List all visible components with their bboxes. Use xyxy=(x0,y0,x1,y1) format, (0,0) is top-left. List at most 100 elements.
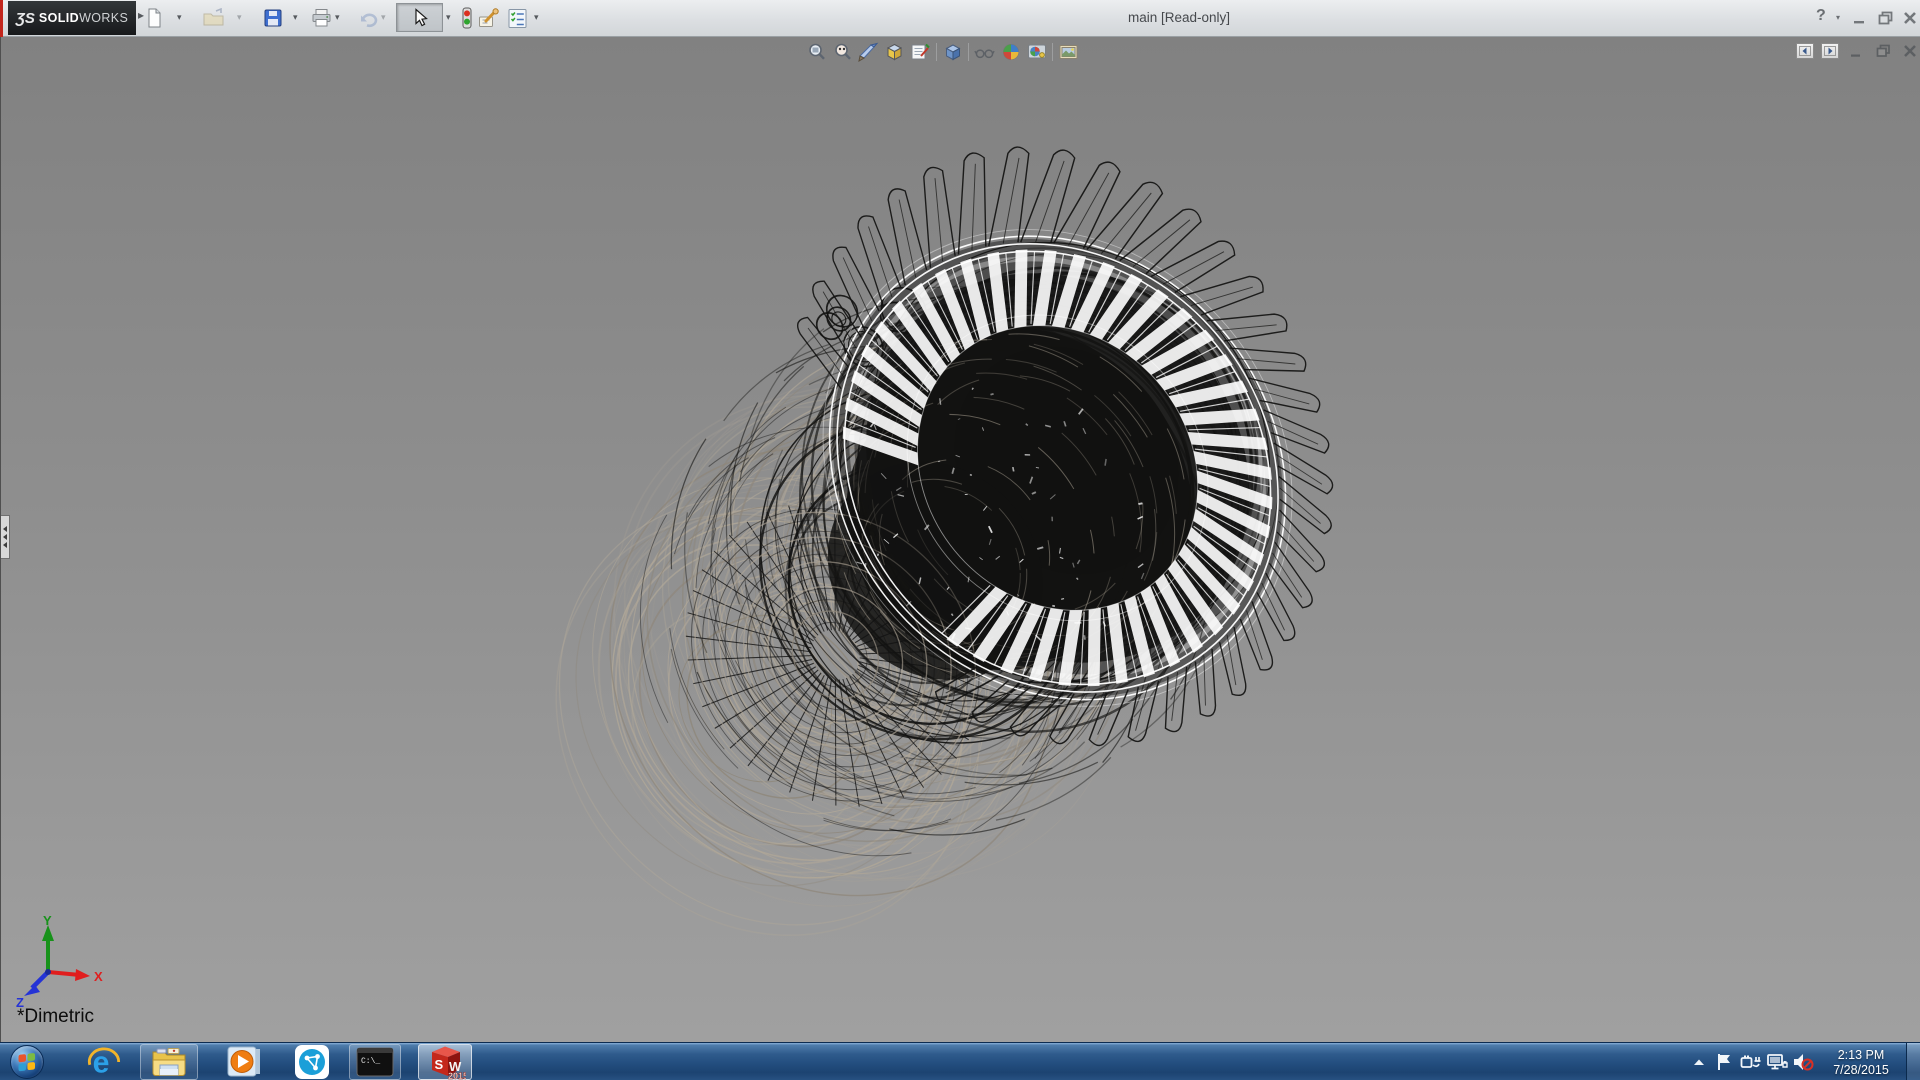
app-close-button[interactable] xyxy=(1899,8,1920,28)
speaker-muted-icon xyxy=(1792,1052,1814,1072)
taskbar-clock[interactable]: 2:13 PM 7/28/2015 xyxy=(1816,1046,1906,1078)
open-folder-icon xyxy=(203,8,224,28)
taskbar-solidworks[interactable]: S W 2015 xyxy=(418,1044,472,1080)
screen: ƷS SOLIDWORKS ▸ ▾ ▾ ▾ ▾ ▾ ▾ xyxy=(0,0,1920,1080)
edit-appearance-button[interactable] xyxy=(1000,42,1021,63)
doc-minimize-icon xyxy=(1850,45,1863,58)
traffic-light-icon xyxy=(460,7,474,29)
flag-icon xyxy=(1715,1052,1735,1072)
battery-plug-icon xyxy=(1740,1053,1762,1071)
hide-show-items-button[interactable] xyxy=(974,42,995,63)
new-document-button[interactable] xyxy=(142,6,166,30)
save-caret[interactable]: ▾ xyxy=(293,12,298,23)
graphics-viewport[interactable]: Y X Z *Dimetric xyxy=(0,37,1920,1042)
design-checker-caret[interactable]: ▾ xyxy=(534,12,539,23)
show-hidden-icons-button[interactable] xyxy=(1686,1043,1712,1080)
new-document-icon xyxy=(144,8,164,28)
new-document-caret[interactable]: ▾ xyxy=(177,12,182,23)
restore-icon xyxy=(1878,11,1894,26)
design-checker-button[interactable] xyxy=(505,6,529,30)
folder-icon xyxy=(151,1047,187,1077)
headsup-view-toolbar xyxy=(806,40,1079,64)
volume-muted-button[interactable] xyxy=(1790,1043,1816,1080)
zoom-to-fit-icon xyxy=(807,42,827,62)
headsup-separator xyxy=(936,43,937,61)
appearance-ball-icon xyxy=(1001,42,1021,62)
taskbar: e xyxy=(0,1042,1920,1080)
print-caret[interactable]: ▾ xyxy=(335,12,340,23)
zoom-to-fit-button[interactable] xyxy=(806,42,827,63)
print-button[interactable] xyxy=(309,6,333,30)
feature-pane-splitter-tab[interactable] xyxy=(1,515,10,559)
view-orientation-label: *Dimetric xyxy=(17,1006,94,1028)
collapse-arrow-icon xyxy=(3,542,7,548)
network-status-button[interactable] xyxy=(1764,1043,1790,1080)
internet-explorer-icon: e xyxy=(87,1045,121,1079)
open-document-button[interactable] xyxy=(201,6,225,30)
reference-triad: Y X Z xyxy=(8,915,118,1011)
zoom-to-area-button[interactable] xyxy=(832,42,853,63)
collapse-arrow-icon xyxy=(3,534,7,540)
taskbar-windows-explorer[interactable] xyxy=(140,1044,198,1080)
select-tool-caret[interactable]: ▾ xyxy=(446,12,451,23)
headsup-separator xyxy=(1052,43,1053,61)
taskbar-share-app[interactable] xyxy=(289,1044,335,1080)
taskbar-command-prompt[interactable]: C:\_ xyxy=(349,1044,401,1080)
minimize-icon xyxy=(1853,11,1867,25)
window-title: main [Read-only] xyxy=(1128,10,1230,25)
save-button[interactable] xyxy=(261,6,285,30)
system-tray: 2:13 PM 7/28/2015 xyxy=(1686,1043,1920,1080)
printer-icon xyxy=(311,8,332,28)
undo-caret[interactable]: ▾ xyxy=(381,12,386,23)
power-status-button[interactable] xyxy=(1738,1043,1764,1080)
screen-edge-marker xyxy=(0,0,3,37)
undo-button[interactable] xyxy=(356,6,380,30)
sw-letter-s: S xyxy=(435,1057,444,1072)
doc-close-button[interactable] xyxy=(1900,42,1920,60)
view-orientation-button[interactable] xyxy=(884,42,905,63)
y-axis-label: Y xyxy=(43,915,52,928)
sketch-view-button[interactable] xyxy=(910,42,931,63)
view-cube-icon xyxy=(884,42,905,62)
eyeglasses-icon xyxy=(974,42,995,62)
app-restore-button[interactable] xyxy=(1875,8,1897,28)
pane-left-arrow-icon xyxy=(1799,46,1811,56)
solidworks-logo[interactable]: ƷS SOLIDWORKS xyxy=(8,1,136,35)
collapse-right-pane-button[interactable] xyxy=(1821,43,1839,59)
select-cursor-icon xyxy=(411,8,429,28)
collapse-left-pane-button[interactable] xyxy=(1796,43,1814,59)
solidworks-3ds-mark: ƷS xyxy=(16,10,35,27)
doc-minimize-button[interactable] xyxy=(1846,42,1866,60)
up-caret-icon xyxy=(1692,1057,1706,1067)
doc-close-icon xyxy=(1903,44,1917,58)
engine-wireframe-model[interactable] xyxy=(0,37,1920,1042)
open-document-caret[interactable]: ▾ xyxy=(237,12,242,23)
view-settings-button[interactable] xyxy=(1058,42,1079,63)
stamp-note-button[interactable] xyxy=(477,6,501,30)
display-style-button[interactable] xyxy=(942,42,963,63)
titlebar: ƷS SOLIDWORKS ▸ ▾ ▾ ▾ ▾ ▾ ▾ xyxy=(0,0,1920,37)
taskbar-media-player[interactable] xyxy=(221,1044,267,1080)
lights-button[interactable] xyxy=(455,6,479,30)
show-desktop-button[interactable] xyxy=(1906,1043,1920,1080)
network-monitor-icon xyxy=(1766,1053,1788,1071)
zoom-to-area-icon xyxy=(833,42,853,62)
app-minimize-button[interactable] xyxy=(1849,8,1871,28)
windows-flag-icon xyxy=(16,1051,38,1073)
section-knife-icon xyxy=(858,42,879,62)
taskbar-internet-explorer[interactable]: e xyxy=(84,1044,124,1080)
undo-arrow-icon xyxy=(358,8,379,28)
start-button[interactable] xyxy=(10,1045,44,1079)
action-center-button[interactable] xyxy=(1712,1043,1738,1080)
section-view-button[interactable] xyxy=(858,42,879,63)
sketch-page-icon xyxy=(910,42,931,62)
collapse-arrow-icon xyxy=(3,526,7,532)
doc-restore-button[interactable] xyxy=(1873,42,1893,60)
help-button[interactable]: ? xyxy=(1816,7,1826,25)
viewport-left-edge xyxy=(0,37,1,1042)
select-tool-button[interactable] xyxy=(396,3,443,32)
help-caret[interactable]: ▾ xyxy=(1836,13,1840,22)
apply-scene-button[interactable] xyxy=(1026,42,1047,63)
logo-text-works: WORKS xyxy=(79,11,128,25)
save-floppy-icon xyxy=(263,8,283,28)
